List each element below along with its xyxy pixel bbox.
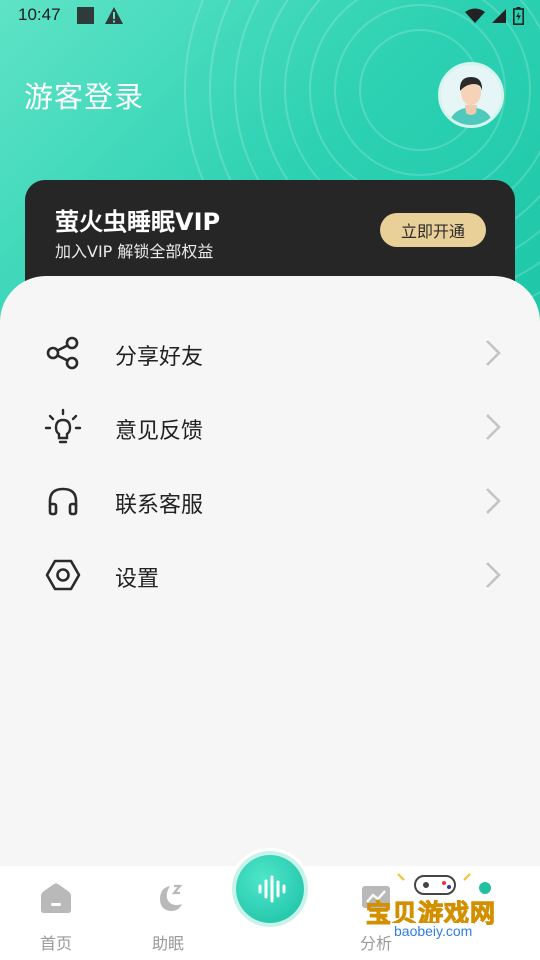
menu-item-label: 设置 (115, 567, 160, 592)
chevron-right-icon (486, 414, 501, 440)
lightbulb-icon (44, 408, 82, 444)
avatar-person-icon (441, 65, 501, 125)
warning-icon (105, 7, 123, 24)
menu-item-feedback[interactable]: 意见反馈 (0, 390, 540, 464)
menu-panel: 分享好友 意见反馈 联系客服 设置 (0, 276, 540, 866)
avatar[interactable] (438, 62, 504, 128)
share-icon (46, 336, 79, 370)
chevron-right-icon (486, 340, 501, 366)
hexagon-settings-icon (45, 559, 81, 591)
vip-subtitle: 加入VIP 解锁全部权益 (55, 242, 214, 261)
moon-icon (160, 884, 183, 911)
menu-item-share[interactable]: 分享好友 (0, 316, 540, 390)
vip-title: 萤火虫睡眠VIP (55, 208, 221, 236)
sound-wave-button[interactable] (236, 855, 304, 923)
tab-sleep-aid[interactable]: 助眠 (128, 880, 208, 954)
tab-label: 首页 (39, 934, 72, 953)
status-bar: 10:47 (0, 0, 540, 32)
login-title[interactable]: 游客登录 (24, 74, 144, 116)
home-icon (41, 883, 71, 913)
notification-square-icon (77, 7, 94, 24)
battery-icon (513, 7, 524, 25)
menu-item-label: 联系客服 (115, 493, 204, 518)
status-time: 10:47 (18, 5, 61, 24)
menu-item-support[interactable]: 联系客服 (0, 464, 540, 538)
chevron-right-icon (486, 488, 501, 514)
menu-list: 分享好友 意见反馈 联系客服 设置 (0, 316, 540, 612)
menu-item-label: 分享好友 (115, 345, 204, 370)
tab-home[interactable]: 首页 (16, 880, 96, 954)
chevron-right-icon (486, 562, 501, 588)
watermark-url: baobeiy.com (390, 923, 477, 939)
vip-activate-button[interactable]: 立即开通 (380, 213, 486, 247)
sound-wave-icon (258, 875, 286, 903)
menu-item-settings[interactable]: 设置 (0, 538, 540, 612)
headphones-icon (48, 487, 78, 516)
menu-item-label: 意见反馈 (115, 419, 204, 444)
site-watermark: 宝贝游戏网 baobeiy.com (360, 868, 510, 948)
wifi-icon (465, 8, 485, 23)
cell-signal-icon (492, 9, 506, 23)
tab-label: 助眠 (151, 934, 184, 953)
